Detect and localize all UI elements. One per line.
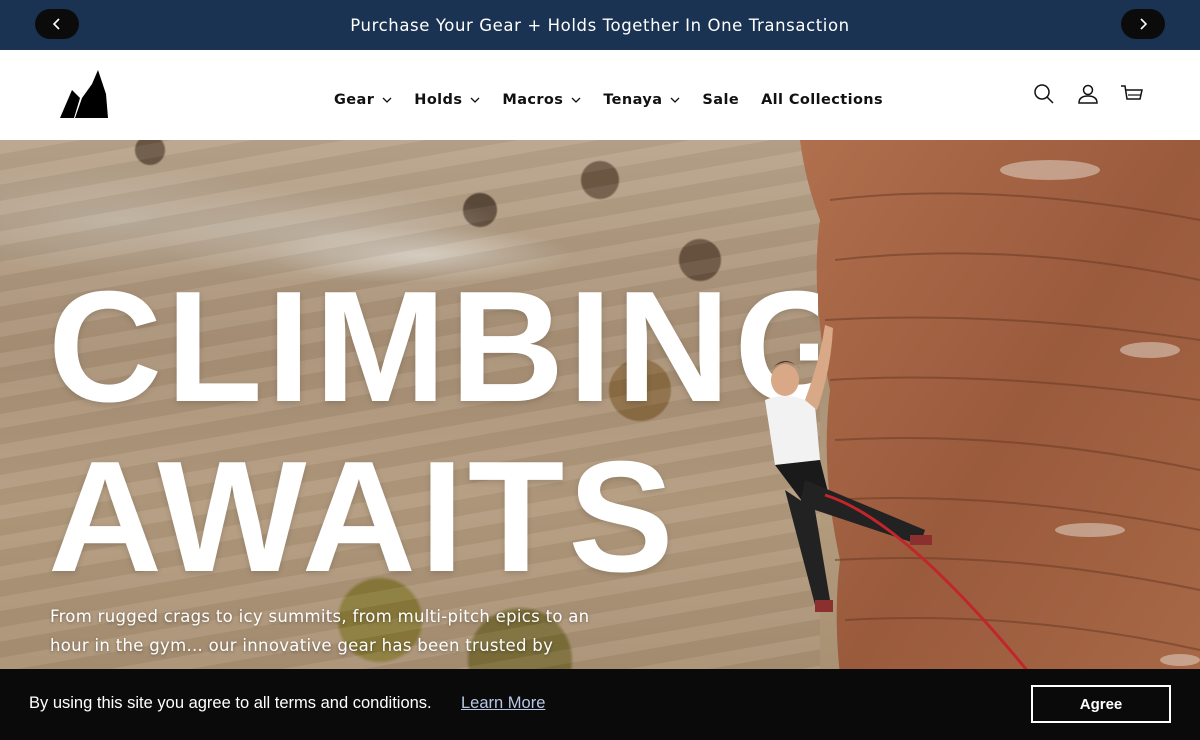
nav-item-holds[interactable]: Holds	[414, 92, 480, 108]
hero-headline-line2: AWAITS	[48, 429, 678, 605]
nav-item-sale[interactable]: Sale	[702, 92, 739, 108]
chevron-right-icon	[1140, 18, 1148, 30]
nav-item-tenaya[interactable]: Tenaya	[603, 92, 680, 108]
cart-icon[interactable]	[1120, 82, 1144, 106]
chevron-down-icon	[470, 97, 480, 103]
cookie-message: By using this site you agree to all term…	[29, 694, 432, 712]
main-nav: Gear Holds Macros Tenaya Sale All Collec…	[334, 88, 883, 112]
site-header: Gear Holds Macros Tenaya Sale All Collec…	[0, 50, 1200, 140]
account-icon[interactable]	[1076, 82, 1100, 106]
hero-headline-line1: CLIMBING	[48, 268, 818, 426]
agree-button[interactable]: Agree	[1031, 685, 1171, 723]
nav-item-macros[interactable]: Macros	[502, 92, 581, 108]
chevron-down-icon	[670, 97, 680, 103]
nav-label: Tenaya	[603, 92, 663, 108]
announcement-next-button[interactable]	[1121, 9, 1165, 39]
hero-banner: CLIMBING AWAITS From rugged crags to icy…	[0, 140, 1200, 740]
nav-label: Sale	[702, 92, 740, 108]
chevron-down-icon	[382, 97, 392, 103]
brand-logo[interactable]	[58, 68, 110, 120]
nav-label: Holds	[414, 92, 463, 108]
learn-more-link[interactable]: Learn More	[461, 694, 545, 713]
announcement-bar: Purchase Your Gear + Holds Together In O…	[0, 0, 1200, 50]
nav-item-all-collections[interactable]: All Collections	[761, 92, 883, 108]
cookie-banner: By using this site you agree to all term…	[0, 669, 1200, 740]
chevron-left-icon	[52, 18, 60, 30]
announcement-text: Purchase Your Gear + Holds Together In O…	[350, 15, 850, 35]
header-icons	[1032, 82, 1144, 106]
nav-item-gear[interactable]: Gear	[334, 92, 392, 108]
nav-label: Macros	[502, 92, 564, 108]
hero-description: From rugged crags to icy summits, from m…	[50, 607, 590, 655]
announcement-prev-button[interactable]	[35, 9, 79, 39]
chevron-down-icon	[571, 97, 581, 103]
climber-image	[765, 325, 1037, 680]
nav-label: All Collections	[761, 92, 884, 108]
search-icon[interactable]	[1032, 82, 1056, 106]
nav-label: Gear	[334, 92, 375, 108]
